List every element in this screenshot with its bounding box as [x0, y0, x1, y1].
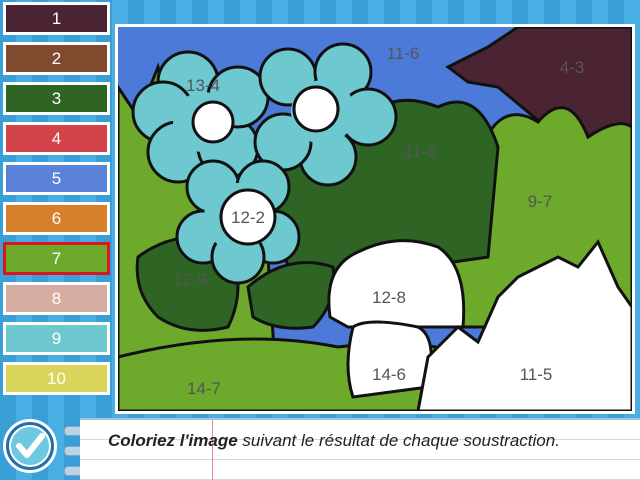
color-swatch-2[interactable]: 2	[3, 42, 110, 75]
color-swatch-1[interactable]: 1	[3, 2, 110, 35]
instruction-bold: Coloriez l'image	[108, 431, 238, 450]
color-swatch-10[interactable]: 10	[3, 362, 110, 395]
label-leaf: 12-9	[173, 270, 207, 289]
color-swatch-5[interactable]: 5	[3, 162, 110, 195]
label-bush-dark: 11-8	[404, 142, 437, 161]
validate-button[interactable]	[3, 419, 57, 473]
color-swatch-9[interactable]: 9	[3, 322, 110, 355]
label-flower-center: 12-2	[231, 208, 265, 227]
color-swatch-7[interactable]: 7	[3, 242, 110, 275]
label-cloud: 12-8	[372, 288, 406, 307]
color-swatch-3[interactable]: 3	[3, 82, 110, 115]
label-bush-right: 9-7	[528, 192, 553, 211]
color-swatch-8[interactable]: 8	[3, 282, 110, 315]
checkmark-icon	[9, 425, 51, 467]
region-ground-white[interactable]	[346, 320, 433, 399]
label-ground-left: 14-7	[187, 379, 221, 398]
label-flower-top-left: 13-4	[186, 76, 220, 95]
instruction-rest: suivant le résultat de chaque soustracti…	[237, 431, 560, 450]
color-swatch-6[interactable]: 6	[3, 202, 110, 235]
label-hill: 4-3	[560, 58, 585, 77]
coloring-canvas: 11-6 4-3 13-4 12-2 11-8 9-7 12-9 12-8 14…	[115, 24, 635, 414]
instruction-notepad: Coloriez l'image suivant le résultat de …	[80, 418, 640, 480]
label-ground-white: 14-6	[372, 365, 406, 384]
label-burst: 11-5	[520, 365, 553, 384]
instruction-text: Coloriez l'image suivant le résultat de …	[108, 430, 626, 452]
label-sky: 11-6	[387, 44, 420, 63]
coloring-picture: 11-6 4-3 13-4 12-2 11-8 9-7 12-9 12-8 14…	[118, 27, 632, 411]
color-swatch-4[interactable]: 4	[3, 122, 110, 155]
